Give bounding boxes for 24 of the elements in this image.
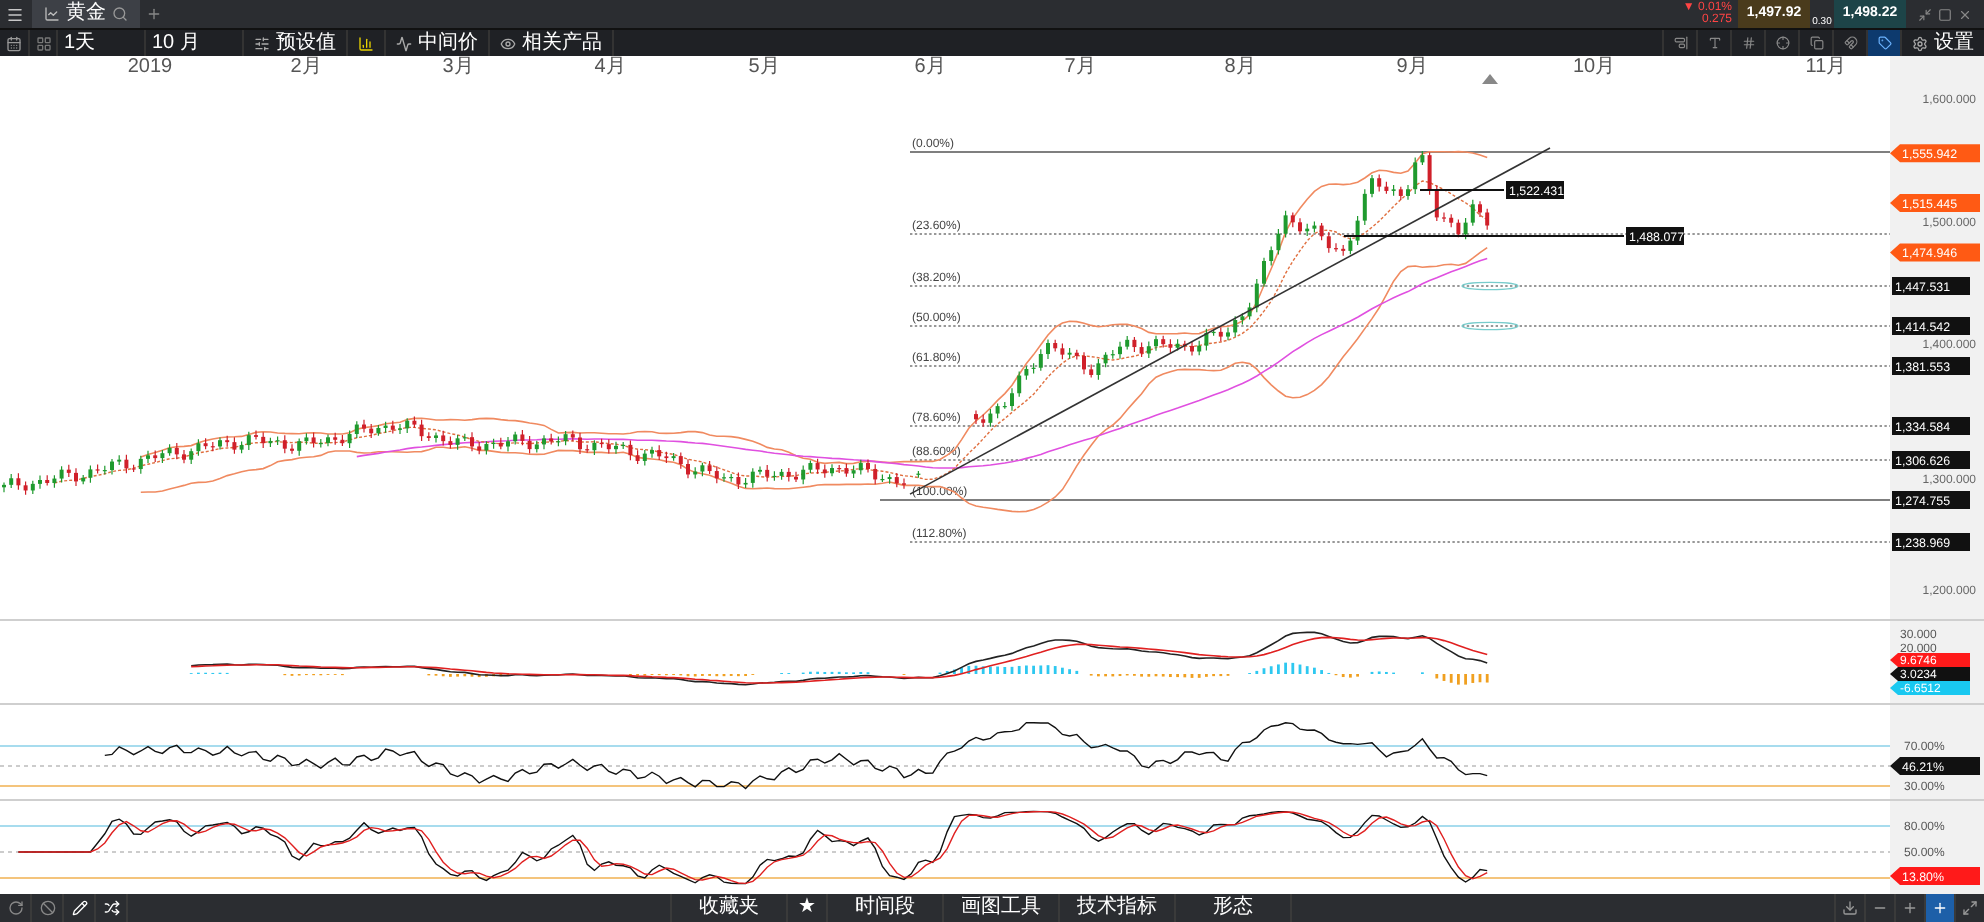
bottom-menu-button[interactable]: 画图工具 — [942, 894, 1058, 922]
month-label: 8月 — [1224, 56, 1256, 78]
month-label: 3月 — [442, 56, 474, 78]
month-label: 11月 — [1805, 56, 1847, 78]
bottom-menu-button[interactable]: 形态 — [1174, 894, 1290, 922]
toolbar-button[interactable]: 中间价 — [386, 30, 490, 56]
bottom-menu-button[interactable]: 技术指标 — [1058, 894, 1174, 922]
bottom-menu-button[interactable]: ★ — [786, 894, 826, 922]
month-label: 10月 — [1572, 56, 1616, 78]
toolbar-button[interactable]: 相关产品 — [490, 30, 614, 56]
month-label: 6月 — [914, 56, 946, 78]
month-label: 2月 — [290, 56, 322, 78]
tab-title: 黄金 — [66, 4, 106, 24]
toolbar-button[interactable]: 预设值 — [244, 30, 348, 56]
bottom-menu-button[interactable]: 收藏夹 — [670, 894, 786, 922]
period-field[interactable]: 1天 — [56, 30, 144, 56]
instrument-tab[interactable]: 黄金 — [32, 0, 140, 28]
range-field[interactable]: 10 月 — [144, 30, 244, 56]
month-label: 4月 — [594, 56, 626, 78]
month-label: 5月 — [748, 56, 780, 78]
month-label: 7月 — [1064, 56, 1096, 78]
bottom-menu-button[interactable]: 时间段 — [826, 894, 942, 922]
month-label: 9月 — [1396, 56, 1428, 78]
month-label: 2019 — [127, 56, 173, 78]
